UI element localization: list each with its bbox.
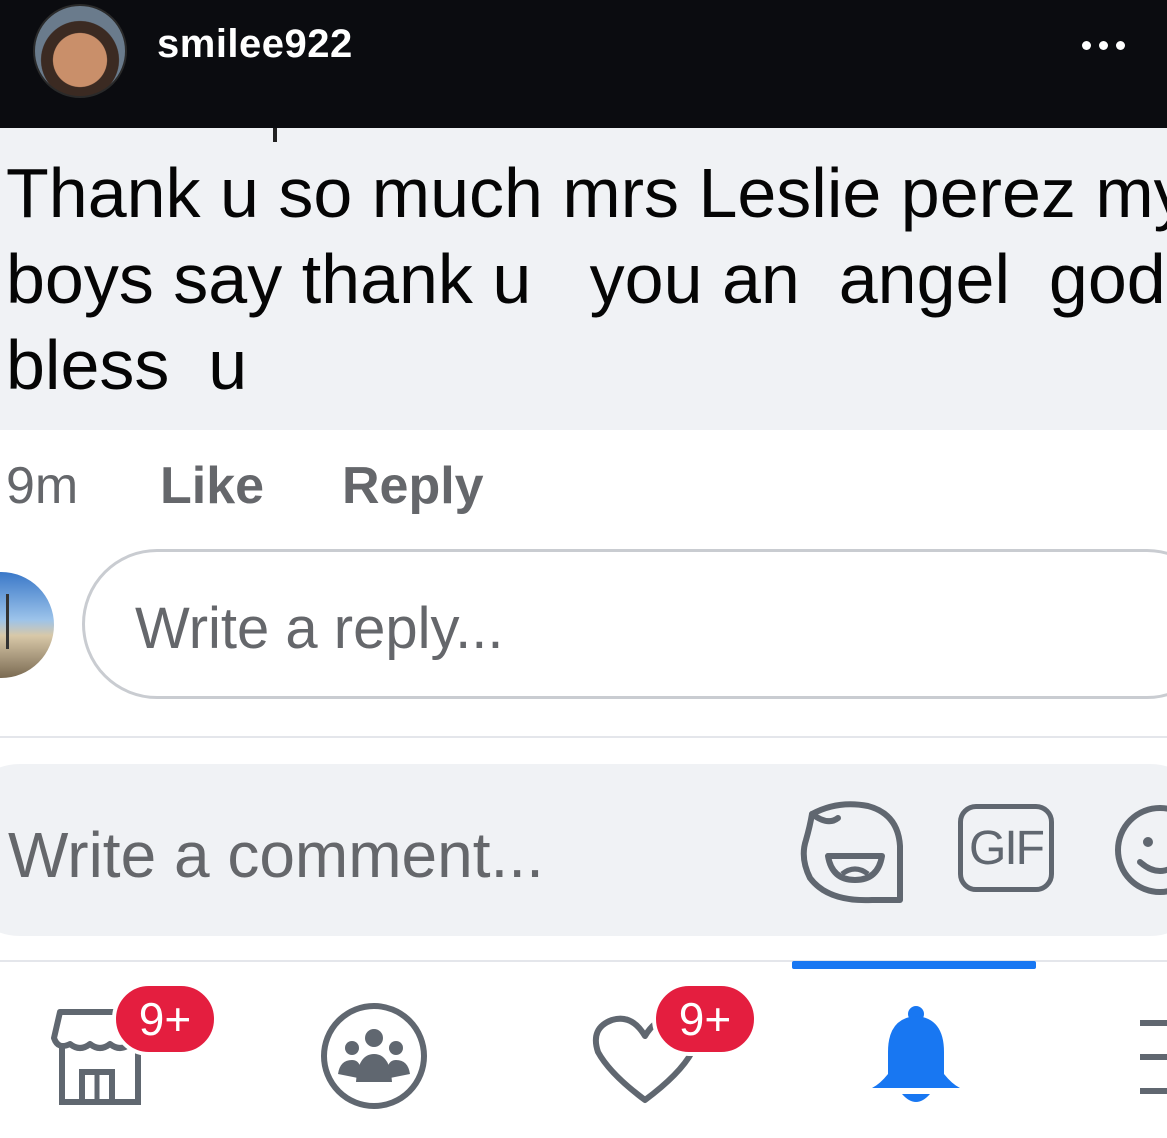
profile-header-bar: smilee922: [0, 0, 1167, 128]
gif-icon[interactable]: GIF: [958, 804, 1054, 892]
reply-input-placeholder: Write a reply...: [135, 596, 504, 661]
comment-timestamp: 9m: [6, 457, 79, 515]
comment-line: Thank u so much mrs Leslie perez my: [6, 154, 1167, 232]
reply-button[interactable]: Reply: [342, 456, 484, 516]
profile-avatar[interactable]: [33, 4, 127, 98]
comment-text: Thank u so much mrs Leslie perez my boys …: [6, 150, 1167, 408]
dating-badge: 9+: [652, 982, 758, 1056]
menu-icon[interactable]: [1136, 1016, 1167, 1098]
divider: [0, 736, 1167, 738]
sticker-icon[interactable]: [798, 796, 908, 906]
profile-username[interactable]: smilee922: [157, 22, 353, 67]
active-tab-indicator: [792, 961, 1036, 969]
comment-line: bless u: [6, 326, 248, 404]
user-avatar: [0, 572, 54, 678]
comment-input-placeholder: Write a comment...: [8, 819, 544, 891]
emoji-icon[interactable]: [1110, 802, 1167, 898]
more-options-icon[interactable]: [1068, 20, 1138, 70]
cropped-text-fragment: [273, 128, 277, 142]
like-button[interactable]: Like: [160, 456, 264, 516]
groups-icon[interactable]: [318, 1000, 430, 1112]
notifications-bell-icon[interactable]: [866, 1002, 966, 1112]
comment-line: boys say thank u you an angel god: [6, 240, 1166, 318]
marketplace-badge: 9+: [112, 982, 218, 1056]
